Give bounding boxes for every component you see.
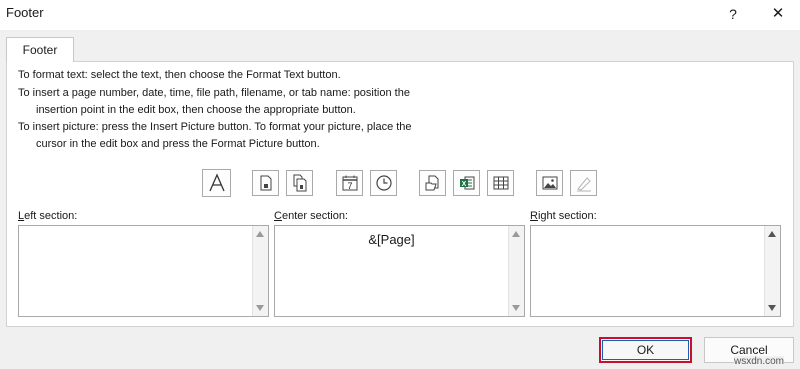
insert-picture-button[interactable] bbox=[536, 170, 563, 196]
instruction-insert-field-cont: insertion point in the edit box, then ch… bbox=[36, 104, 356, 116]
instruction-insert-picture-cont: cursor in the edit box and press the For… bbox=[36, 138, 320, 150]
svg-text:X: X bbox=[461, 181, 466, 188]
insert-date-icon: 7 bbox=[342, 175, 357, 191]
center-section-input[interactable]: &[Page] bbox=[275, 226, 508, 316]
center-section-value: &[Page] bbox=[368, 232, 415, 247]
close-button[interactable]: ✕ bbox=[760, 0, 796, 28]
instruction-insert-field: To insert a page number, date, time, fil… bbox=[18, 87, 410, 99]
format-picture-icon bbox=[576, 177, 591, 192]
right-section-box bbox=[530, 225, 781, 317]
scroll-up-arrow-icon[interactable] bbox=[256, 231, 264, 237]
instruction-format-text: To format text: select the text, then ch… bbox=[18, 69, 341, 81]
left-section-box bbox=[18, 225, 269, 317]
scroll-up-arrow-icon[interactable] bbox=[768, 231, 776, 237]
insert-number-of-pages-button[interactable] bbox=[286, 170, 313, 196]
insert-page-number-icon bbox=[260, 175, 271, 191]
insert-picture-icon bbox=[542, 176, 557, 190]
right-section-scrollbar[interactable] bbox=[764, 226, 780, 316]
help-button[interactable]: ? bbox=[718, 0, 748, 28]
format-picture-button[interactable] bbox=[570, 170, 597, 196]
instruction-insert-picture: To insert picture: press the Insert Pict… bbox=[18, 121, 412, 133]
scroll-down-arrow-icon[interactable] bbox=[512, 305, 520, 311]
center-section-box: &[Page] bbox=[274, 225, 525, 317]
tab-footer[interactable]: Footer bbox=[6, 37, 74, 62]
scroll-down-arrow-icon[interactable] bbox=[768, 305, 776, 311]
insert-sheet-name-button[interactable] bbox=[487, 170, 514, 196]
svg-text:7: 7 bbox=[347, 181, 352, 191]
scroll-up-arrow-icon[interactable] bbox=[512, 231, 520, 237]
center-section-scrollbar[interactable] bbox=[508, 226, 524, 316]
dialog-title: Footer bbox=[6, 5, 44, 20]
ok-button[interactable]: OK bbox=[599, 337, 692, 363]
insert-file-path-button[interactable] bbox=[419, 170, 446, 196]
insert-file-name-icon: X bbox=[459, 176, 474, 190]
format-text-button[interactable] bbox=[202, 169, 231, 197]
insert-number-of-pages-icon bbox=[293, 174, 306, 192]
scroll-down-arrow-icon[interactable] bbox=[256, 305, 264, 311]
left-section-scrollbar[interactable] bbox=[252, 226, 268, 316]
watermark: wsxdn.com bbox=[734, 356, 785, 368]
insert-page-number-button[interactable] bbox=[252, 170, 279, 196]
insert-time-icon bbox=[375, 175, 392, 191]
left-section-input[interactable] bbox=[19, 226, 252, 316]
center-section-label: Center section: bbox=[274, 210, 348, 222]
right-section-label: Right section: bbox=[530, 210, 597, 222]
insert-file-path-icon bbox=[425, 175, 438, 191]
insert-sheet-name-icon bbox=[493, 176, 508, 190]
title-bar: Footer ? ✕ bbox=[0, 0, 800, 30]
left-section-label: Left section: bbox=[18, 210, 78, 222]
format-text-icon bbox=[208, 173, 225, 192]
right-section-input[interactable] bbox=[531, 226, 764, 316]
insert-file-name-button[interactable]: X bbox=[453, 170, 480, 196]
insert-date-button[interactable]: 7 bbox=[336, 170, 363, 196]
insert-time-button[interactable] bbox=[370, 170, 397, 196]
